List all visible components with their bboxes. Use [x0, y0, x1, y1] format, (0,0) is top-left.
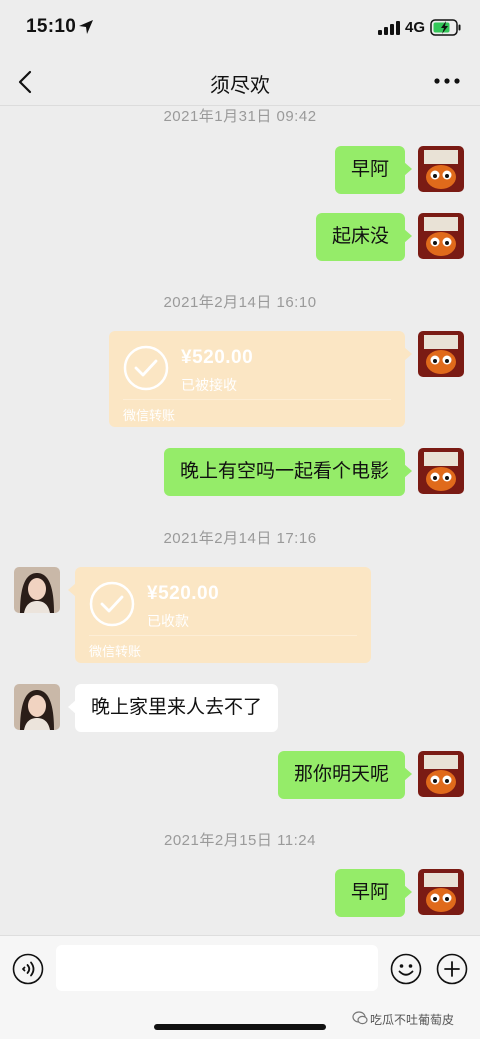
sent-message[interactable]: 那你明天呢 [277, 751, 413, 799]
voice-icon[interactable] [12, 953, 44, 985]
contact-avatar[interactable] [14, 684, 60, 730]
status-time: 15:10 [26, 16, 77, 37]
watermark-text: 吃瓜不吐葡萄皮 [370, 1013, 455, 1027]
timestamp: 2021年1月31日 09:42 [163, 108, 317, 125]
more-icon[interactable] [432, 74, 462, 88]
timestamp: 2021年2月14日 17:16 [163, 530, 317, 547]
contact-avatar[interactable] [14, 567, 60, 613]
message-input[interactable] [56, 945, 378, 991]
received-message[interactable]: 晚上家里来人去不了 [67, 684, 279, 732]
chat-title: 须尽欢 [210, 75, 270, 97]
transfer-footer: 微信转账 [123, 408, 176, 423]
transfer-divider [89, 635, 357, 636]
home-indicator[interactable] [154, 1024, 326, 1030]
my-avatar[interactable] [418, 751, 464, 797]
timestamp: 2021年2月14日 16:10 [163, 294, 317, 311]
sent-message[interactable]: 晚上有空吗一起看个电影 [163, 448, 413, 496]
sent-message[interactable]: 起床没 [315, 213, 413, 261]
transfer-card[interactable]: ¥520.00 已被接收 微信转账 [109, 331, 412, 427]
my-avatar[interactable] [418, 213, 464, 259]
transfer-footer: 微信转账 [89, 644, 142, 659]
battery-charging-icon [430, 19, 461, 36]
input-bar: 吃瓜不吐葡萄皮 [0, 935, 480, 1039]
location-arrow-icon [79, 20, 93, 34]
timestamp: 2021年2月15日 11:24 [164, 832, 316, 849]
sent-message[interactable]: 早阿 [334, 146, 413, 194]
check-circle-icon [89, 581, 135, 627]
status-bar: 15:10 4G [0, 0, 480, 58]
wechat-watermark-icon [352, 1011, 368, 1025]
transfer-status: 已收款 [147, 613, 189, 629]
plus-icon[interactable] [436, 953, 468, 985]
check-circle-icon [123, 345, 169, 391]
my-avatar[interactable] [418, 331, 464, 377]
my-avatar[interactable] [418, 146, 464, 192]
chat-header: 须尽欢 [0, 58, 480, 106]
transfer-status: 已被接收 [181, 377, 237, 393]
sent-message[interactable]: 早阿 [334, 869, 413, 917]
transfer-card[interactable]: ¥520.00 已收款 微信转账 [68, 567, 371, 663]
transfer-amount: ¥520.00 [147, 583, 220, 604]
transfer-amount: ¥520.00 [181, 347, 254, 368]
my-avatar[interactable] [418, 869, 464, 915]
network-type: 4G [405, 19, 426, 36]
transfer-divider [123, 399, 391, 400]
signal-icon [378, 21, 400, 35]
emoji-icon[interactable] [390, 953, 422, 985]
my-avatar[interactable] [418, 448, 464, 494]
